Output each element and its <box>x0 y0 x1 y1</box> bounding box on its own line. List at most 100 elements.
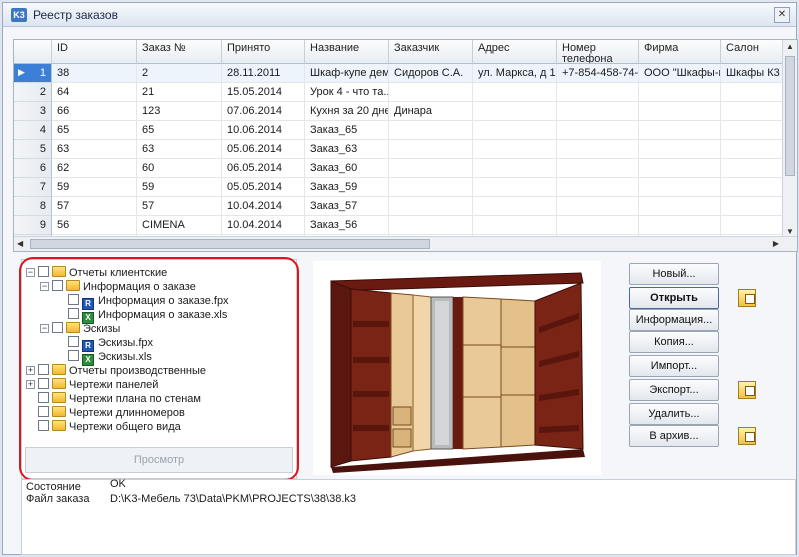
checkbox[interactable] <box>68 336 79 347</box>
customer-cell[interactable] <box>389 121 473 140</box>
tree-node-order-info[interactable]: − Информация о заказе <box>40 280 196 294</box>
checkbox[interactable] <box>38 406 49 417</box>
checkbox[interactable] <box>38 266 49 277</box>
address-cell[interactable] <box>473 159 557 178</box>
row-number[interactable]: 4 <box>14 121 52 140</box>
export-folder-icon[interactable] <box>738 381 756 399</box>
accepted-date-cell[interactable]: 05.06.2014 <box>222 140 305 159</box>
firm-cell[interactable] <box>639 178 721 197</box>
tree-node-sketches[interactable]: − Эскизы <box>40 322 120 336</box>
checkbox[interactable] <box>38 378 49 389</box>
row-number[interactable]: 8 <box>14 197 52 216</box>
open-button[interactable]: Открыть <box>629 287 719 309</box>
phone-cell[interactable] <box>557 121 639 140</box>
scroll-down-icon[interactable]: ▼ <box>786 227 794 236</box>
column-header-order-number[interactable]: Заказ № <box>137 40 222 64</box>
tree-node-order-info-xls[interactable]: X Информация о заказе.xls <box>68 308 227 324</box>
phone-cell[interactable] <box>557 159 639 178</box>
close-button[interactable]: ✕ <box>774 7 790 23</box>
collapse-icon[interactable]: − <box>40 282 49 291</box>
checkbox[interactable] <box>68 294 79 305</box>
accepted-date-cell[interactable]: 28.11.2011 <box>222 64 305 83</box>
accepted-date-cell[interactable]: 15.05.2014 <box>222 83 305 102</box>
table-row[interactable]: 8 57 57 10.04.2014 Заказ_57 <box>14 197 797 216</box>
phone-cell[interactable] <box>557 178 639 197</box>
phone-cell[interactable] <box>557 102 639 121</box>
tree-node-panel-drawings[interactable]: + Чертежи панелей <box>26 378 158 392</box>
export-button[interactable]: Экспорт... <box>629 379 719 401</box>
id-cell[interactable]: 65 <box>52 121 137 140</box>
order-number-cell[interactable]: 57 <box>137 197 222 216</box>
expand-icon[interactable]: + <box>26 366 35 375</box>
checkbox[interactable] <box>68 308 79 319</box>
table-row[interactable]: 6 62 60 06.05.2014 Заказ_60 <box>14 159 797 178</box>
column-header-phone[interactable]: Номер телефона <box>557 40 639 64</box>
checkbox[interactable] <box>52 322 63 333</box>
accepted-date-cell[interactable]: 10.06.2014 <box>222 121 305 140</box>
tree-node-sketches-fpx[interactable]: R Эскизы.fpx <box>68 336 153 352</box>
horizontal-scroll-thumb[interactable] <box>30 239 430 249</box>
phone-cell[interactable] <box>557 140 639 159</box>
order-number-cell[interactable]: 65 <box>137 121 222 140</box>
table-row[interactable]: 5 63 63 05.06.2014 Заказ_63 <box>14 140 797 159</box>
firm-cell[interactable] <box>639 159 721 178</box>
address-cell[interactable] <box>473 178 557 197</box>
column-header-accepted[interactable]: Принято <box>222 40 305 64</box>
order-number-cell[interactable]: 123 <box>137 102 222 121</box>
firm-cell[interactable] <box>639 83 721 102</box>
firm-cell[interactable]: ООО "Шкафы-ку... <box>639 64 721 83</box>
new-button[interactable]: Новый... <box>629 263 719 285</box>
row-number[interactable]: 1 ▶ <box>14 64 52 83</box>
grid-vertical-scrollbar[interactable]: ▲ ▼ <box>782 40 797 238</box>
id-cell[interactable]: 66 <box>52 102 137 121</box>
title-bar[interactable]: K3 Реестр заказов ✕ <box>3 3 796 27</box>
phone-cell[interactable] <box>557 216 639 235</box>
scroll-right-icon[interactable]: ▶ <box>773 239 779 248</box>
collapse-icon[interactable]: − <box>26 268 35 277</box>
address-cell[interactable]: ул. Маркса, д 15... <box>473 64 557 83</box>
checkbox[interactable] <box>38 364 49 375</box>
customer-cell[interactable] <box>389 216 473 235</box>
checkbox[interactable] <box>52 280 63 291</box>
id-cell[interactable]: 59 <box>52 178 137 197</box>
column-header-customer[interactable]: Заказчик <box>389 40 473 64</box>
column-header-address[interactable]: Адрес <box>473 40 557 64</box>
tree-node-long-part-drawings[interactable]: Чертежи длинномеров <box>38 406 185 420</box>
address-cell[interactable] <box>473 83 557 102</box>
name-cell[interactable]: Заказ_57 <box>305 197 389 216</box>
expand-icon[interactable]: + <box>26 380 35 389</box>
row-number[interactable]: 5 <box>14 140 52 159</box>
id-cell[interactable]: 56 <box>52 216 137 235</box>
column-header-id[interactable]: ID <box>52 40 137 64</box>
tree-node-order-info-fpx[interactable]: R Информация о заказе.fpx <box>68 294 229 310</box>
tree-node-production-reports[interactable]: + Отчеты производственные <box>26 364 206 378</box>
firm-cell[interactable] <box>639 102 721 121</box>
accepted-date-cell[interactable]: 05.05.2014 <box>222 178 305 197</box>
address-cell[interactable] <box>473 197 557 216</box>
id-cell[interactable]: 57 <box>52 197 137 216</box>
column-header-name[interactable]: Название <box>305 40 389 64</box>
customer-cell[interactable]: Динара <box>389 102 473 121</box>
order-number-cell[interactable]: CIMENA <box>137 216 222 235</box>
checkbox[interactable] <box>38 420 49 431</box>
name-cell[interactable]: Заказ_63 <box>305 140 389 159</box>
open-folder-icon[interactable] <box>738 289 756 307</box>
import-button[interactable]: Импорт... <box>629 355 719 377</box>
accepted-date-cell[interactable]: 10.04.2014 <box>222 197 305 216</box>
delete-button[interactable]: Удалить... <box>629 403 719 425</box>
table-row[interactable]: 7 59 59 05.05.2014 Заказ_59 <box>14 178 797 197</box>
customer-cell[interactable]: Сидоров С.А. <box>389 64 473 83</box>
name-cell[interactable]: Заказ_59 <box>305 178 389 197</box>
copy-button[interactable]: Копия... <box>629 331 719 353</box>
name-cell[interactable]: Заказ_56 <box>305 216 389 235</box>
address-cell[interactable] <box>473 140 557 159</box>
order-number-cell[interactable]: 63 <box>137 140 222 159</box>
name-cell[interactable]: Заказ_60 <box>305 159 389 178</box>
table-row[interactable]: 2 64 21 15.05.2014 Урок 4 - что та... <box>14 83 797 102</box>
order-number-cell[interactable]: 60 <box>137 159 222 178</box>
phone-cell[interactable] <box>557 197 639 216</box>
firm-cell[interactable] <box>639 121 721 140</box>
address-cell[interactable] <box>473 102 557 121</box>
table-row[interactable]: 4 65 65 10.06.2014 Заказ_65 <box>14 121 797 140</box>
address-cell[interactable] <box>473 121 557 140</box>
